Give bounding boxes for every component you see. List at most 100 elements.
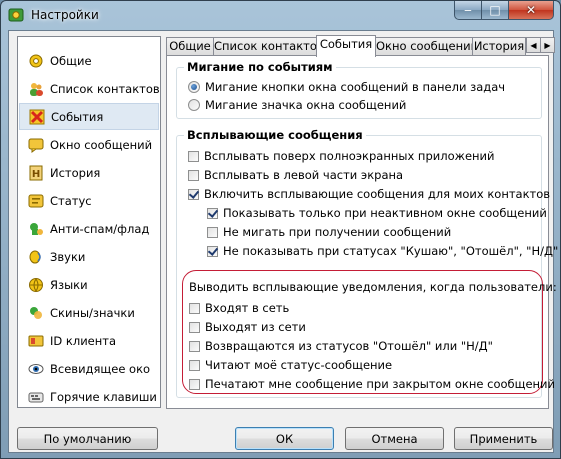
sidebar-item-label: Общие xyxy=(50,53,92,68)
checkbox[interactable] xyxy=(189,302,200,314)
arrow-right-icon: ▶ xyxy=(544,40,551,50)
window-title: Настройки xyxy=(31,8,99,22)
sound-icon xyxy=(28,249,44,265)
checkbox[interactable] xyxy=(189,378,200,390)
antispam-icon xyxy=(28,221,44,237)
button-label: По умолчанию xyxy=(43,431,132,446)
sidebar-item-hotkeys[interactable]: Горячие клавиши xyxy=(19,383,159,410)
sidebar-item-events[interactable]: События xyxy=(19,103,159,130)
checkbox[interactable] xyxy=(189,321,200,333)
maximize-icon: □ xyxy=(489,3,501,17)
events-tab-page: Мигание по событиям Мигание кнопки окна … xyxy=(166,55,558,409)
sidebar-item-history[interactable]: H История xyxy=(19,159,159,186)
client-id-icon xyxy=(28,333,44,349)
checkbox-label: Всплывать в левой части экрана xyxy=(204,168,404,182)
tab-history[interactable]: История xyxy=(472,37,526,55)
close-button[interactable]: ✕ xyxy=(508,1,554,20)
tab-contacts[interactable]: Список контактов xyxy=(213,37,317,55)
cancel-button[interactable]: Отмена xyxy=(345,427,444,450)
sidebar-item-label: Окно сообщений xyxy=(50,137,153,152)
checkbox[interactable] xyxy=(207,245,218,257)
title-bar[interactable]: Настройки ‒ □ ✕ xyxy=(1,1,560,29)
sidebar-item-status[interactable]: Статус xyxy=(19,187,159,214)
notify-heading-text: Выводить всплывающие уведомления, когда … xyxy=(189,280,557,294)
settings-app-icon xyxy=(8,8,24,22)
checkbox-no-blink[interactable]: Не мигать при получении сообщений xyxy=(207,225,451,239)
checkbox[interactable] xyxy=(188,169,199,181)
arrow-left-icon: ◀ xyxy=(530,40,537,50)
radio-blink-taskbar[interactable]: Мигание кнопки окна сообщений в панели з… xyxy=(188,80,505,94)
minimize-icon: ‒ xyxy=(464,3,472,17)
checkbox-enable-popups[interactable]: Включить всплывающие сообщения для моих … xyxy=(188,187,550,201)
ok-button[interactable]: ОК xyxy=(235,427,334,450)
button-label: Применить xyxy=(469,431,538,446)
notify-heading: Выводить всплывающие уведомления, когда … xyxy=(189,280,557,294)
skins-icon xyxy=(28,305,44,321)
sidebar-item-client-id[interactable]: ID клиента xyxy=(19,327,159,354)
settings-window: Настройки ‒ □ ✕ Общие Список контактов С… xyxy=(0,0,561,459)
checkbox-left-side[interactable]: Всплывать в левой части экрана xyxy=(188,168,403,182)
sidebar-item-eye[interactable]: Всевидящее око xyxy=(19,355,159,382)
tab-label: Окно сообщений xyxy=(376,39,473,53)
minimize-button[interactable]: ‒ xyxy=(454,1,481,20)
checkbox-label: Читают моё статус-сообщение xyxy=(205,358,393,372)
general-icon xyxy=(28,53,44,69)
tab-strip: Общие Список контактов События Окно сооб… xyxy=(166,35,555,57)
tab-general[interactable]: Общие xyxy=(166,37,214,55)
radio-label: Мигание кнопки окна сообщений в панели з… xyxy=(205,80,506,94)
hotkeys-icon xyxy=(28,389,44,405)
checkbox-label: Не мигать при получении сообщений xyxy=(223,225,452,239)
button-label: Отмена xyxy=(371,431,418,446)
checkbox[interactable] xyxy=(188,150,199,162)
svg-text:H: H xyxy=(32,169,40,180)
checkbox-notify-offline[interactable]: Выходят из сети xyxy=(189,320,306,334)
sidebar-item-sounds[interactable]: Звуки xyxy=(19,243,159,270)
button-label: ОК xyxy=(275,431,294,446)
tab-label: История xyxy=(473,39,525,53)
sidebar-item-label: Языки xyxy=(50,277,88,292)
checkbox-label: Возвращаются из статусов "Отошёл" или "Н… xyxy=(205,339,493,353)
sidebar-item-languages[interactable]: Языки xyxy=(19,271,159,298)
checkbox[interactable] xyxy=(189,359,200,371)
language-icon xyxy=(28,277,44,293)
sidebar-item-contacts[interactable]: Список контактов xyxy=(19,75,160,102)
sidebar-item-label: События xyxy=(51,109,104,124)
checkbox-hide-on-status[interactable]: Не показывать при статусах "Кушаю", "Ото… xyxy=(207,244,558,258)
defaults-button[interactable]: По умолчанию xyxy=(17,427,158,450)
checkbox-notify-typing[interactable]: Печатают мне сообщение при закрытом окне… xyxy=(189,377,555,391)
checkbox-only-inactive[interactable]: Показывать только при неактивном окне со… xyxy=(207,206,547,220)
checkbox-notify-return[interactable]: Возвращаются из статусов "Отошёл" или "Н… xyxy=(189,339,493,353)
sidebar-item-label: Горячие клавиши xyxy=(50,389,157,404)
apply-button[interactable]: Применить xyxy=(454,427,553,450)
tab-scroll-left-button[interactable]: ◀ xyxy=(526,37,541,53)
radio-button[interactable] xyxy=(188,99,200,111)
checkbox-label: Включить всплывающие сообщения для моих … xyxy=(204,187,551,201)
sidebar-item-antispam[interactable]: Анти-спам/флад xyxy=(19,215,159,242)
checkbox[interactable] xyxy=(188,188,199,200)
dialog-client-area: Общие Список контактов События Окно сооб… xyxy=(8,30,558,453)
sidebar-item-general[interactable]: Общие xyxy=(19,47,159,74)
category-list[interactable]: Общие Список контактов События Окно сооб… xyxy=(17,36,161,408)
radio-blink-icon[interactable]: Мигание значка окна сообщений xyxy=(188,98,406,112)
sidebar-item-message-window[interactable]: Окно сообщений xyxy=(19,131,159,158)
sidebar-item-label: Всевидящее око xyxy=(50,361,151,376)
sidebar-item-skins[interactable]: Скины/значки xyxy=(19,299,159,326)
tab-message-window[interactable]: Окно сообщений xyxy=(375,37,473,55)
checkbox-notify-read-status[interactable]: Читают моё статус-сообщение xyxy=(189,358,392,372)
checkbox[interactable] xyxy=(207,207,218,219)
tab-events[interactable]: События xyxy=(316,35,376,57)
checkbox[interactable] xyxy=(189,340,200,352)
tab-scroll-right-button[interactable]: ▶ xyxy=(540,37,555,53)
sidebar-item-label: Статус xyxy=(50,193,92,208)
checkbox-label: Всплывать поверх полноэкранных приложени… xyxy=(204,149,495,163)
checkbox-label: Входят в сеть xyxy=(205,301,290,315)
maximize-button[interactable]: □ xyxy=(481,1,508,20)
sidebar-item-label: ID клиента xyxy=(50,333,117,348)
checkbox[interactable] xyxy=(207,226,218,238)
checkbox-label: Показывать только при неактивном окне со… xyxy=(223,206,547,220)
checkbox-notify-online[interactable]: Входят в сеть xyxy=(189,301,289,315)
radio-label: Мигание значка окна сообщений xyxy=(205,98,407,112)
checkbox-label: Печатают мне сообщение при закрытом окне… xyxy=(205,377,555,391)
radio-button[interactable] xyxy=(188,81,200,93)
checkbox-over-fullscreen[interactable]: Всплывать поверх полноэкранных приложени… xyxy=(188,149,495,163)
